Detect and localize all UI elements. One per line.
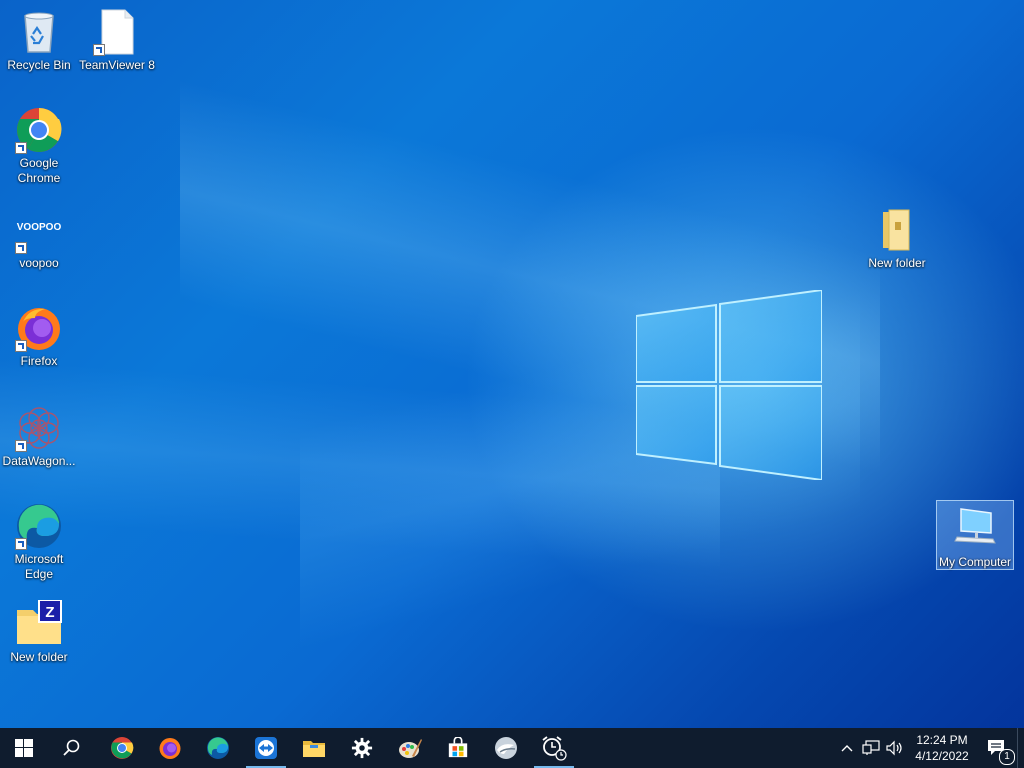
edge-icon [207,737,229,759]
volume-button[interactable] [883,728,907,768]
desktop-icon-label: TeamViewer 8 [79,58,155,72]
recycle-bin-icon [15,8,63,56]
file-explorer-icon [303,741,325,757]
voopoo-logo-text: VOOPOO [16,222,62,233]
desktop-icon-label: New folder [868,256,926,270]
start-button[interactable] [0,728,48,768]
taskbar: 12:24 PM 4/12/2022 1 [0,728,1024,768]
desktop-icon-new-folder-zipped[interactable]: Z New folder [1,599,77,665]
desktop-icon-firefox[interactable]: Firefox [1,304,77,369]
volume-icon [886,740,902,756]
teamviewer-icon [255,737,277,759]
store-icon [448,737,468,758]
desktop-icon-microsoft-edge[interactable]: Microsoft Edge [1,502,77,582]
taskbar-app-file-explorer[interactable] [290,728,338,768]
network-icon [862,740,880,755]
shortcut-arrow-icon [15,242,27,254]
firefox-icon [15,304,63,352]
system-tray: 12:24 PM 4/12/2022 1 [835,728,1024,768]
desktop-icon-label: My Computer [938,555,1012,569]
voopoo-icon: VOOPOO [15,206,63,254]
firefox-icon [159,738,181,759]
desktop-icon-voopoo[interactable]: VOOPOO voopoo [1,206,77,271]
taskbar-app-edge[interactable] [194,728,242,768]
shortcut-arrow-icon [15,440,27,452]
paint-icon [399,739,422,758]
gear-icon [351,737,373,759]
show-hidden-icons-button[interactable] [835,728,859,768]
chrome-icon [111,737,134,759]
desktop-icon-teamviewer-8[interactable]: TeamViewer 8 [79,8,155,73]
action-center-button[interactable]: 1 [977,728,1017,768]
desktop-icon-new-folder[interactable]: New folder [859,206,935,271]
taskbar-app-firefox[interactable] [146,728,194,768]
desktop-icon-label: New folder [10,650,68,664]
show-desktop-button[interactable] [1017,728,1024,768]
desktop-icon-recycle-bin[interactable]: Recycle Bin [1,8,77,73]
svg-text:Z: Z [45,604,54,621]
shortcut-arrow-icon [15,142,27,154]
windows-start-icon [15,739,33,757]
windows-logo-wallpaper [636,290,822,480]
shortcut-arrow-icon [15,340,27,352]
taskbar-app-store[interactable] [434,728,482,768]
search-button[interactable] [48,728,96,768]
network-button[interactable] [859,728,883,768]
taskbar-app-chrome[interactable] [98,728,146,768]
notification-count-badge: 1 [999,749,1015,765]
search-icon [63,739,80,756]
desktop-icon-label: voopoo [19,256,59,270]
clock-time: 12:24 PM [916,733,968,747]
app-icon [495,737,517,759]
desktop-icon-my-computer[interactable]: My Computer [936,500,1014,570]
desktop-icon-google-chrome[interactable]: Google Chrome [1,106,77,186]
desktop-icon-label: Firefox [20,354,58,368]
edge-icon [15,502,63,550]
desktop-icon-label: Google Chrome [17,156,61,185]
taskbar-app-alarms-clock[interactable] [530,728,578,768]
desktop-icon-label: Microsoft Edge [14,552,64,581]
taskbar-app-teamviewer[interactable] [242,728,290,768]
desktop-icon-label: Recycle Bin [7,58,71,72]
folder-icon [873,206,921,254]
chrome-icon [15,106,63,154]
light-beam [0,360,720,571]
datawagon-icon [15,404,63,452]
computer-icon [951,505,999,553]
desktop-icon-datawagon[interactable]: DataWagon... [1,404,77,469]
shortcut-arrow-icon [93,44,105,56]
desktop-icon-label: DataWagon... [2,454,76,468]
taskbar-app-generic[interactable] [482,728,530,768]
document-icon [93,8,141,56]
chevron-up-icon [841,745,853,752]
shortcut-arrow-icon [15,538,27,550]
clock-date: 4/12/2022 [915,749,969,763]
clock-button[interactable]: 12:24 PM 4/12/2022 [907,732,977,764]
alarm-clock-icon [542,736,567,761]
taskbar-app-paint[interactable] [386,728,434,768]
taskbar-app-settings[interactable] [338,728,386,768]
zipped-folder-icon: Z [15,599,63,648]
